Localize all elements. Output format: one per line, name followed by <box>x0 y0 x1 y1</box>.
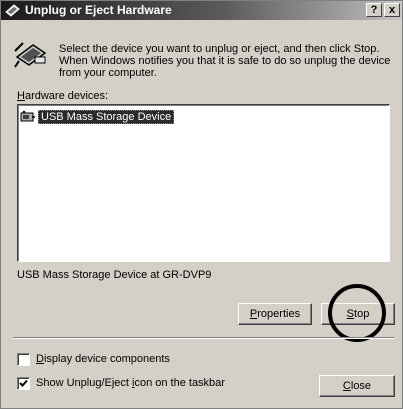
display-components-text: isplay device components <box>43 353 170 365</box>
device-name: USB Mass Storage Device <box>38 109 175 124</box>
device-location-text: USB Mass Storage Device at GR-DVP9 <box>17 269 212 281</box>
show-icon-checkbox[interactable] <box>17 377 30 390</box>
hardware-label-rest: ardware devices: <box>24 90 109 102</box>
stop-accel: S <box>346 308 355 320</box>
hardware-devices-list[interactable]: USB Mass Storage Device <box>17 104 390 262</box>
properties-label: roperties <box>257 308 301 320</box>
instructions-text: Select the device you want to unplug or … <box>59 43 391 79</box>
window-title: Unplug or Eject Hardware <box>25 3 172 17</box>
hardware-label-accel: H <box>17 90 25 102</box>
close-accel: C <box>342 380 351 392</box>
show-icon-text-before: Show Unplug/Eject <box>36 377 132 389</box>
show-icon-label[interactable]: Show Unplug/Eject icon on the taskbar <box>36 377 225 389</box>
show-icon-text-after: con on the taskbar <box>134 377 225 389</box>
checkmark-icon <box>19 379 28 387</box>
close-button[interactable]: Close <box>319 375 395 397</box>
display-components-checkbox[interactable] <box>17 353 30 366</box>
hardware-devices-label: Hardware devices: <box>17 90 108 102</box>
stop-button[interactable]: Stop <box>321 303 395 325</box>
help-button[interactable]: ? <box>366 3 382 17</box>
usb-device-icon <box>20 110 35 121</box>
close-window-button[interactable]: x <box>384 3 400 17</box>
display-components-label[interactable]: Display device components <box>36 353 170 365</box>
title-bar: Unplug or Eject Hardware ? x <box>1 1 402 20</box>
hardware-eject-icon <box>14 42 47 68</box>
eject-hardware-icon <box>5 4 20 17</box>
properties-button[interactable]: Properties <box>238 303 312 325</box>
stop-label: top <box>354 308 370 320</box>
close-label: lose <box>350 380 372 392</box>
list-item[interactable]: USB Mass Storage Device <box>20 109 175 124</box>
display-components-accel: D <box>36 353 44 365</box>
unplug-eject-dialog: Unplug or Eject Hardware ? x Select the … <box>0 0 403 409</box>
divider <box>13 337 394 339</box>
